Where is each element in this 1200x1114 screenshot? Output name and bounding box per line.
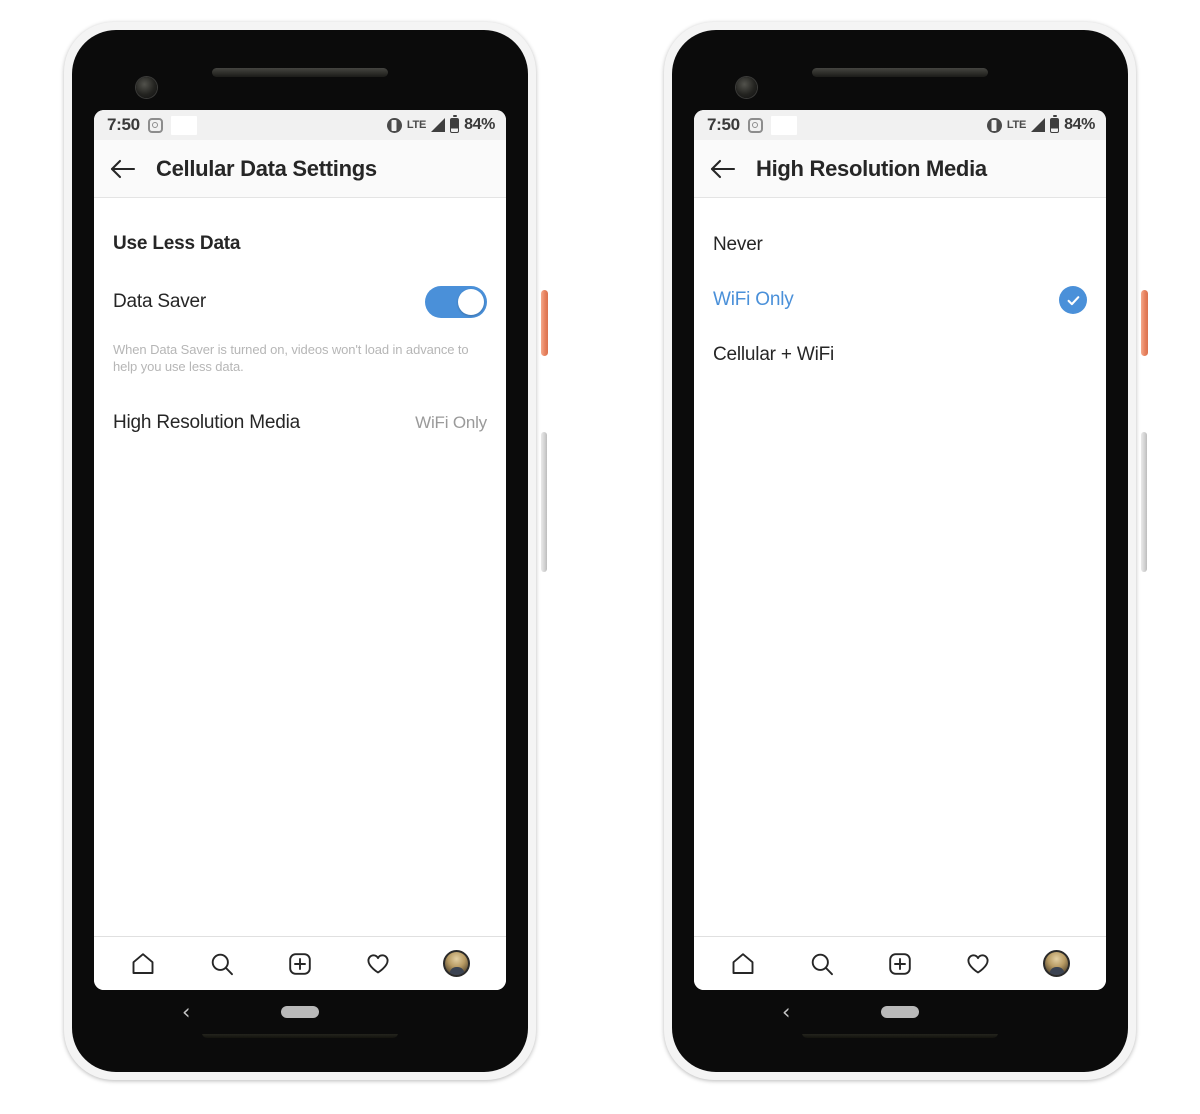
battery-icon xyxy=(450,117,460,133)
system-home-pill[interactable] xyxy=(881,1006,919,1018)
system-back-icon[interactable]: ‹ xyxy=(782,1001,790,1023)
row-high-resolution-media[interactable]: High Resolution Media WiFi Only xyxy=(113,376,487,448)
search-icon[interactable] xyxy=(202,944,242,984)
system-home-pill[interactable] xyxy=(281,1006,319,1018)
status-bar-left: 7:50 xyxy=(107,115,197,135)
system-navigation-bar: ‹ xyxy=(94,990,506,1034)
status-time: 7:50 xyxy=(107,115,140,134)
option-row-cellular-wifi[interactable]: Cellular + WiFi xyxy=(713,314,1087,366)
status-notification-placeholder xyxy=(770,115,797,135)
vibrate-icon xyxy=(986,117,1002,133)
avatar xyxy=(1043,950,1071,977)
page-title: Cellular Data Settings xyxy=(156,155,377,181)
status-bar-left: 7:50 xyxy=(707,115,797,135)
add-post-icon[interactable] xyxy=(880,944,920,984)
high-res-media-value: WiFi Only xyxy=(415,412,487,432)
profile-avatar[interactable] xyxy=(1037,944,1077,984)
status-notification-placeholder xyxy=(170,115,197,135)
network-type-label: LTE xyxy=(406,119,427,131)
instagram-camera-icon xyxy=(147,117,163,133)
signal-bars-icon xyxy=(431,118,446,132)
battery-percent-label: 84% xyxy=(464,116,495,133)
power-button[interactable] xyxy=(1141,290,1148,356)
front-camera-icon xyxy=(736,77,757,98)
option-label: Cellular + WiFi xyxy=(713,344,835,365)
data-saver-label: Data Saver xyxy=(113,291,207,312)
back-arrow-icon[interactable] xyxy=(708,154,738,184)
status-bar: 7:50 LTE 84% xyxy=(694,110,1106,140)
activity-heart-icon[interactable] xyxy=(958,944,998,984)
system-back-icon[interactable]: ‹ xyxy=(182,1001,190,1023)
profile-avatar[interactable] xyxy=(437,944,477,984)
status-bar-right: LTE 84% xyxy=(986,116,1095,134)
add-post-icon[interactable] xyxy=(280,944,320,984)
instagram-camera-icon xyxy=(747,117,763,133)
phone-screen-left: 7:50 LTE 84% Cellular Data Settings Use … xyxy=(94,110,506,990)
back-arrow-icon[interactable] xyxy=(108,154,138,184)
phones-comparison-stage: 7:50 LTE 84% Cellular Data Settings Use … xyxy=(0,0,1200,1114)
option-row-wifi-only[interactable]: WiFi Only xyxy=(713,256,1087,314)
app-header: High Resolution Media xyxy=(694,140,1106,198)
phone-device-right: 7:50 LTE 84% High Resolution Media Never… xyxy=(654,22,1148,1080)
status-time: 7:50 xyxy=(707,115,740,134)
check-icon xyxy=(1059,286,1087,314)
toggle-knob xyxy=(458,289,484,315)
settings-content: Use Less Data Data Saver When Data Saver… xyxy=(94,198,506,936)
app-header: Cellular Data Settings xyxy=(94,140,506,198)
network-type-label: LTE xyxy=(1006,119,1027,131)
volume-rocker-button[interactable] xyxy=(1141,432,1147,572)
search-icon[interactable] xyxy=(802,944,842,984)
options-content: Never WiFi Only Cellular + WiFi xyxy=(694,198,1106,936)
phone-screen-right: 7:50 LTE 84% High Resolution Media Never… xyxy=(694,110,1106,990)
activity-heart-icon[interactable] xyxy=(358,944,398,984)
home-icon[interactable] xyxy=(723,944,763,984)
option-label: Never xyxy=(713,234,763,255)
battery-icon xyxy=(1050,117,1060,133)
signal-bars-icon xyxy=(1031,118,1046,132)
battery-percent-label: 84% xyxy=(1064,116,1095,133)
system-navigation-bar: ‹ xyxy=(694,990,1106,1034)
high-res-media-label: High Resolution Media xyxy=(113,411,300,433)
status-bar: 7:50 LTE 84% xyxy=(94,110,506,140)
option-label: WiFi Only xyxy=(713,289,794,310)
section-title-use-less-data: Use Less Data xyxy=(113,233,241,254)
avatar xyxy=(443,950,471,977)
option-row-never[interactable]: Never xyxy=(713,198,1087,256)
page-title: High Resolution Media xyxy=(756,155,987,181)
volume-rocker-button[interactable] xyxy=(541,432,547,572)
power-button[interactable] xyxy=(541,290,548,356)
phone-device-left: 7:50 LTE 84% Cellular Data Settings Use … xyxy=(54,22,548,1080)
data-saver-helper-text: When Data Saver is turned on, videos won… xyxy=(113,342,469,375)
earpiece-speaker-icon xyxy=(212,68,388,77)
earpiece-speaker-icon xyxy=(812,68,988,77)
data-saver-toggle[interactable] xyxy=(425,286,487,318)
row-data-saver[interactable]: Data Saver xyxy=(113,255,487,327)
app-bottom-nav xyxy=(694,936,1106,990)
status-bar-right: LTE 84% xyxy=(386,116,495,134)
home-icon[interactable] xyxy=(123,944,163,984)
front-camera-icon xyxy=(136,77,157,98)
vibrate-icon xyxy=(386,117,402,133)
app-bottom-nav xyxy=(94,936,506,990)
